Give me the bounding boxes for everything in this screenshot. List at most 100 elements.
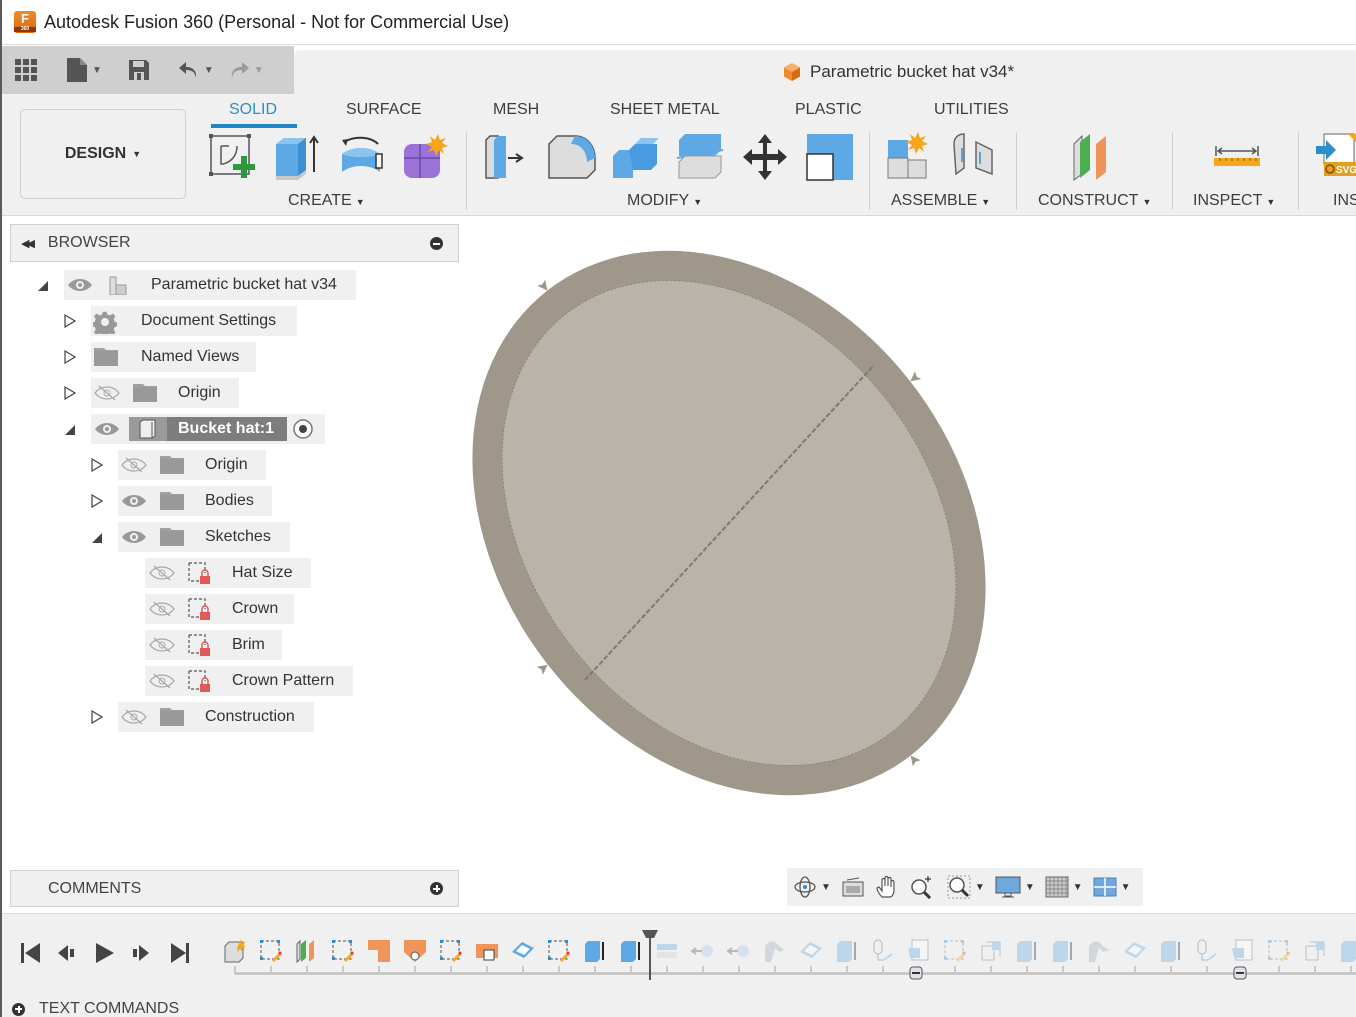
timeline-feature-orange-box-icon[interactable] [474,938,500,964]
timeline-feature-eraser-icon[interactable] [798,938,824,964]
tree-node-bucket-hat-component[interactable]: Bucket hat:1 [59,414,329,444]
timeline-feature-box-icon[interactable] [978,938,1004,964]
combine-icon[interactable] [611,132,661,182]
tree-node-sketch-brim[interactable]: Brim [145,630,285,660]
step-back-icon[interactable] [56,942,78,964]
go-to-start-icon[interactable] [20,942,42,964]
collapsed-triangle-icon[interactable] [64,350,76,364]
timeline-feature-component-icon[interactable] [222,938,248,964]
timeline-feature-extrude-icon[interactable] [1338,938,1356,964]
press-pull-icon[interactable] [482,132,532,182]
activate-radio-icon[interactable] [292,418,314,440]
expanded-triangle-icon[interactable] [91,531,103,545]
timeline-feature-sketch-icon[interactable] [1266,938,1292,964]
timeline-feature-orange-v-icon[interactable] [402,938,428,964]
eye-icon[interactable] [67,277,93,293]
play-icon[interactable] [94,942,116,964]
look-at-button[interactable] [841,876,865,898]
move-copy-icon[interactable] [740,132,790,182]
timeline-feature-orange-l-icon[interactable] [366,938,392,964]
scale-icon[interactable] [805,132,855,182]
zoom-button[interactable] [909,875,933,899]
timeline-feature-extrude-icon[interactable] [1050,938,1076,964]
timeline-feature-param-icon[interactable] [1230,938,1256,964]
redo-button[interactable]: ▼ [228,61,264,79]
collapsed-triangle-icon[interactable] [91,494,103,508]
eye-hidden-icon[interactable] [149,637,175,653]
tab-surface[interactable]: SURFACE [346,101,422,119]
timeline-feature-joint-s-icon[interactable] [870,938,896,964]
text-commands-bar[interactable]: TEXT COMMANDS [12,1000,179,1017]
measure-icon[interactable] [1212,132,1262,182]
split-body-icon[interactable] [675,132,725,182]
eye-hidden-icon[interactable] [149,601,175,617]
tree-node-sketches[interactable]: Sketches [86,522,296,552]
expand-text-commands-icon[interactable] [12,1002,25,1016]
eye-icon[interactable] [121,529,147,545]
viewports-button[interactable]: ▼ [1093,877,1131,897]
workspace-switcher[interactable]: DESIGN ▼ [20,109,186,199]
collapse-panel-icon[interactable]: ◀◀ [21,237,35,250]
go-to-end-icon[interactable] [169,942,191,964]
extrude-icon[interactable] [272,132,322,182]
tree-node-named-views[interactable]: Named Views [59,342,259,372]
timeline-feature-extrude-icon[interactable] [1014,938,1040,964]
create-sketch-icon[interactable] [207,132,257,182]
data-panel-button[interactable] [14,58,38,82]
insert-svg-icon[interactable]: SVG [1314,132,1356,182]
revolve-icon[interactable] [336,132,386,182]
inspect-menu[interactable]: INSPECT ▼ [1193,192,1275,210]
tree-node-origin-nested[interactable]: Origin [86,450,286,480]
eye-icon[interactable] [94,421,120,437]
eye-hidden-icon[interactable] [94,385,120,401]
collapsed-triangle-icon[interactable] [64,386,76,400]
offset-plane-icon[interactable] [1070,132,1120,182]
timeline-feature-joint-s-icon[interactable] [1194,938,1220,964]
timeline-feature-sketch-icon[interactable] [438,938,464,964]
pan-button[interactable] [875,875,899,899]
step-forward-icon[interactable] [130,942,152,964]
display-settings-button[interactable]: ▼ [995,875,1035,899]
timeline-feature-param-icon[interactable] [906,938,932,964]
expanded-triangle-icon[interactable] [37,279,49,293]
tree-node-root[interactable]: Parametric bucket hat v34 [32,270,362,300]
timeline-marker[interactable] [640,930,660,980]
timeline-feature-extrude-icon[interactable] [582,938,608,964]
timeline-feature-sketch-icon[interactable] [258,938,284,964]
3d-viewport-canvas[interactable] [462,216,1356,866]
timeline-feature-eraser-icon[interactable] [1122,938,1148,964]
tree-node-document-settings[interactable]: Document Settings [59,306,299,336]
add-comment-icon[interactable] [430,882,443,895]
save-button[interactable] [128,59,150,81]
orbit-button[interactable]: ▼ [793,875,831,899]
timeline-feature-fin-icon[interactable] [762,938,788,964]
timeline-feature-sketch-icon[interactable] [546,938,572,964]
fillet-icon[interactable] [547,132,597,182]
eye-hidden-icon[interactable] [149,673,175,689]
eye-hidden-icon[interactable] [121,457,147,473]
minimize-panel-icon[interactable] [430,237,443,250]
insert-menu[interactable]: INS [1333,192,1356,210]
eye-icon[interactable] [121,493,147,509]
joint-icon[interactable] [948,132,998,182]
tab-utilities[interactable]: UTILITIES [934,101,1009,119]
tree-node-sketch-hat-size[interactable]: Hat Size [145,558,315,588]
tab-mesh[interactable]: MESH [493,101,539,119]
grid-snaps-button[interactable]: ▼ [1045,876,1083,898]
new-component-icon[interactable] [884,132,934,182]
timeline-feature-extrude-icon[interactable] [1158,938,1184,964]
group-collapse-icon[interactable] [909,966,923,980]
timeline-feature-joint-icon[interactable] [726,938,752,964]
timeline-feature-sketch-icon[interactable] [330,938,356,964]
timeline-feature-sketch-icon[interactable] [942,938,968,964]
create-menu[interactable]: CREATE ▼ [288,192,365,210]
tree-node-origin[interactable]: Origin [59,378,259,408]
timeline-feature-plane-icon[interactable] [294,938,320,964]
zoom-window-button[interactable]: ▼ [947,875,985,899]
tab-plastic[interactable]: PLASTIC [795,101,862,119]
tree-node-bodies[interactable]: Bodies [86,486,286,516]
timeline-feature-joint-icon[interactable] [690,938,716,964]
undo-button[interactable]: ▼ [178,61,214,79]
modify-menu[interactable]: MODIFY ▼ [627,192,702,210]
assemble-menu[interactable]: ASSEMBLE ▼ [891,192,990,210]
